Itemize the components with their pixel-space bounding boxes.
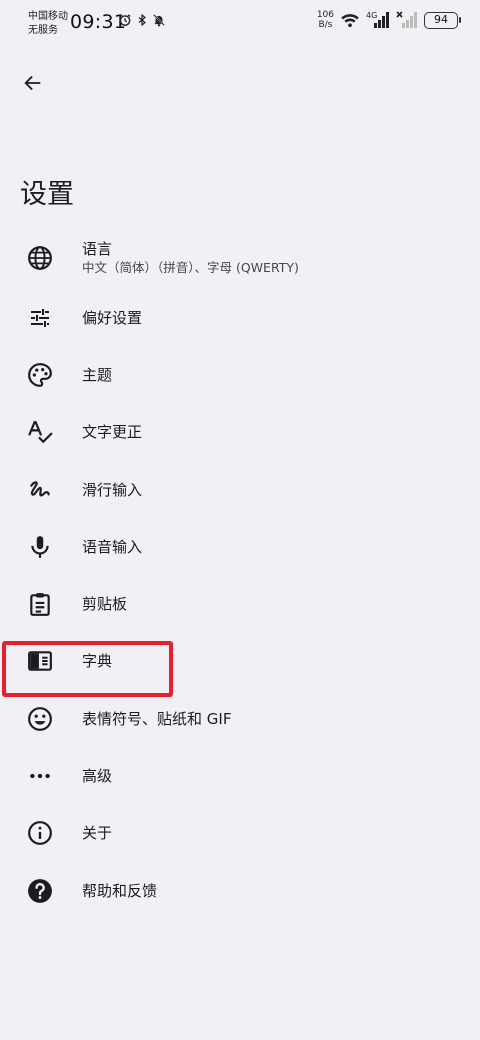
settings-item-glide-typing[interactable]: 滑行输入 [0, 461, 480, 518]
settings-item-help[interactable]: 帮助和反馈 [0, 862, 480, 919]
settings-item-text-correction[interactable]: 文字更正 [0, 404, 480, 461]
clipboard-icon [26, 590, 54, 618]
net-speed-unit: B/s [318, 20, 333, 30]
settings-item-theme[interactable]: 主题 [0, 346, 480, 403]
arrow-back-icon [22, 72, 44, 94]
mic-icon [26, 533, 54, 561]
palette-icon [26, 361, 54, 389]
page-title: 设置 [20, 179, 74, 210]
settings-item-about[interactable]: 关于 [0, 805, 480, 862]
info-icon [26, 819, 54, 847]
settings-item-preferences[interactable]: 偏好设置 [0, 289, 480, 346]
carrier-service: 无服务 [28, 25, 58, 36]
settings-list: 语言 中文（简体）（拼音）、字母 (QWERTY) 偏好设置 主题 文字更正 滑… [0, 227, 480, 919]
settings-item-advanced[interactable]: 高级 [0, 747, 480, 804]
battery-indicator: 94 [424, 11, 461, 29]
status-bar: 中国移动 无服务 09:31 106 B/s 4G 94 [0, 0, 480, 44]
settings-item-label: 语音输入 [82, 537, 143, 556]
mute-bell-icon [152, 13, 166, 27]
settings-item-emoji[interactable]: 表情符号、贴纸和 GIF [0, 690, 480, 747]
settings-item-label: 帮助和反馈 [82, 881, 158, 900]
carrier-info: 中国移动 无服务 [28, 10, 68, 38]
net-speed: 106 B/s [317, 10, 334, 30]
carrier-name: 中国移动 [28, 11, 68, 22]
signal-4g-icon: 4G [366, 11, 390, 29]
settings-item-label: 偏好设置 [82, 308, 143, 327]
globe-icon [26, 244, 54, 272]
settings-item-clipboard[interactable]: 剪贴板 [0, 575, 480, 632]
settings-item-label: 高级 [82, 767, 113, 786]
net-speed-value: 106 [316, 10, 334, 20]
help-icon [26, 877, 54, 905]
tune-icon [26, 304, 54, 332]
settings-item-label: 语言 [82, 240, 113, 258]
settings-item-label: 主题 [82, 365, 113, 384]
wifi-icon [340, 12, 360, 28]
back-button[interactable] [14, 64, 52, 102]
gesture-icon [26, 476, 54, 504]
settings-item-label: 关于 [82, 824, 113, 843]
emoji-icon [26, 705, 54, 733]
settings-item-language[interactable]: 语言 中文（简体）（拼音）、字母 (QWERTY) [0, 227, 480, 289]
status-icons-left [118, 13, 166, 27]
bluetooth-icon [136, 13, 148, 27]
signal-no-sim-icon [396, 11, 418, 29]
status-icons-right: 106 B/s 4G 94 [317, 10, 461, 30]
spellcheck-icon [26, 418, 54, 446]
settings-item-voice-input[interactable]: 语音输入 [0, 518, 480, 575]
more-horiz-icon [26, 762, 54, 790]
alarm-icon [118, 13, 132, 27]
settings-item-label: 剪贴板 [82, 595, 128, 614]
settings-item-label: 文字更正 [82, 423, 143, 442]
highlight-box [2, 641, 173, 697]
settings-item-subtitle: 中文（简体）（拼音）、字母 (QWERTY) [82, 260, 299, 275]
settings-item-label: 表情符号、贴纸和 GIF [82, 709, 232, 728]
settings-item-label: 滑行输入 [82, 480, 143, 499]
